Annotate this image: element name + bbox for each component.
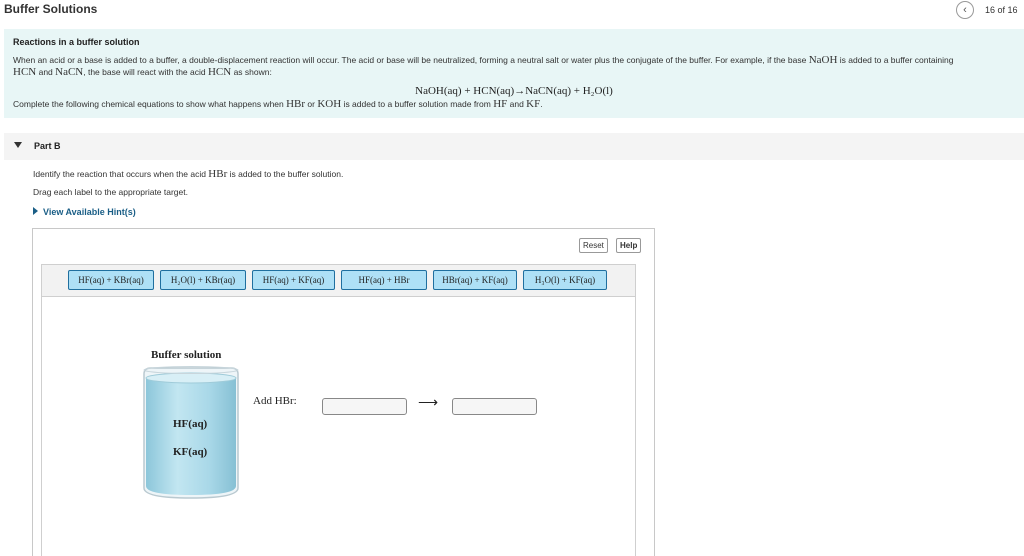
part-b-question: Identify the reaction that occurs when t… <box>33 168 343 180</box>
question-text: Identify the reaction that occurs when t… <box>33 169 209 179</box>
beaker-label-hf: HF(aq) <box>173 418 208 430</box>
top-bar: Buffer Solutions ‹ 16 of 16 <box>0 0 1024 22</box>
intro-text: is added to a buffer containing <box>837 55 954 65</box>
intro-text: as shown: <box>231 67 272 77</box>
question-text: is added to the buffer solution. <box>227 169 344 179</box>
help-button[interactable]: Help <box>616 238 642 253</box>
drag-label-hbr-kf[interactable]: HBr(aq) + KF(aq) <box>433 270 517 290</box>
view-hints-link[interactable]: View Available Hint(s) <box>33 207 136 217</box>
example-equation: NaOH(aq) + HCN(aq)→NaCN(aq) + H₂O(l) <box>415 85 613 97</box>
intro-text: or <box>305 99 318 109</box>
caret-right-icon <box>33 207 38 215</box>
intro-instruction: Complete the following chemical equation… <box>13 98 543 110</box>
intro-text: Complete the following chemical equation… <box>13 99 287 109</box>
intro-text: When an acid or a base is added to a buf… <box>13 55 809 65</box>
reset-button[interactable]: Reset <box>579 238 608 253</box>
chevron-left-icon[interactable]: ‹ <box>956 1 974 19</box>
drag-label-h3o-kf[interactable]: H₃O(l) + KF(aq) <box>523 270 607 290</box>
beaker-label-kf: KF(aq) <box>173 446 208 458</box>
label-bank: HF(aq) + KBr(aq) H₂O(l) + KBr(aq) HF(aq)… <box>41 264 636 297</box>
hint-label: View Available Hint(s) <box>43 207 136 217</box>
formula-hbr: HBr <box>208 168 228 180</box>
reaction-arrow-icon: ⟶ <box>418 394 439 410</box>
drag-label-hf-kf[interactable]: HF(aq) + KF(aq) <box>252 270 335 290</box>
app-title: Buffer Solutions <box>4 2 98 16</box>
intro-text: and <box>507 99 527 109</box>
drag-drop-panel: Reset Help HF(aq) + KBr(aq) H₂O(l) + KBr… <box>32 228 655 556</box>
formula-hcn: HCN <box>13 66 37 78</box>
drag-label-hf-hbr[interactable]: HF(aq) + HBr <box>341 270 427 290</box>
part-b-label: Part B <box>34 141 61 151</box>
drag-label-h2o-kbr[interactable]: H₂O(l) + KBr(aq) <box>160 270 246 290</box>
intro-paragraph: When an acid or a base is added to a buf… <box>13 54 1018 78</box>
caret-down-icon[interactable] <box>14 142 22 148</box>
intro-text: , the base will react with the acid <box>83 67 208 77</box>
drop-target-reactants[interactable] <box>322 398 407 415</box>
formula-hcn: HCN <box>207 66 232 78</box>
intro-heading: Reactions in a buffer solution <box>13 37 140 47</box>
intro-text: is added to a buffer solution made from <box>341 99 494 109</box>
formula-hbr: HBr <box>286 98 306 110</box>
formula-kf: KF <box>526 98 541 110</box>
intro-text: . <box>540 99 543 109</box>
formula-nacn: NaCN <box>55 66 84 78</box>
drag-instruction: Drag each label to the appropriate targe… <box>33 187 188 197</box>
formula-naoh: NaOH <box>808 54 838 66</box>
page-count: 16 of 16 <box>985 5 1018 15</box>
drop-area: Buffer solution HF(aq) KF(aq) Add HBr: ⟶ <box>41 297 636 556</box>
drop-target-products[interactable] <box>452 398 537 415</box>
add-hbr-label: Add HBr: <box>253 395 297 407</box>
beaker-image <box>143 366 239 499</box>
intro-panel: Reactions in a buffer solution When an a… <box>4 29 1024 118</box>
buffer-title: Buffer solution <box>151 349 222 361</box>
formula-koh: KOH <box>317 98 342 110</box>
part-b-header[interactable]: Part B <box>4 133 1024 160</box>
intro-text: and <box>36 67 56 77</box>
drag-label-hf-kbr[interactable]: HF(aq) + KBr(aq) <box>68 270 154 290</box>
formula-hf: HF <box>493 98 508 110</box>
